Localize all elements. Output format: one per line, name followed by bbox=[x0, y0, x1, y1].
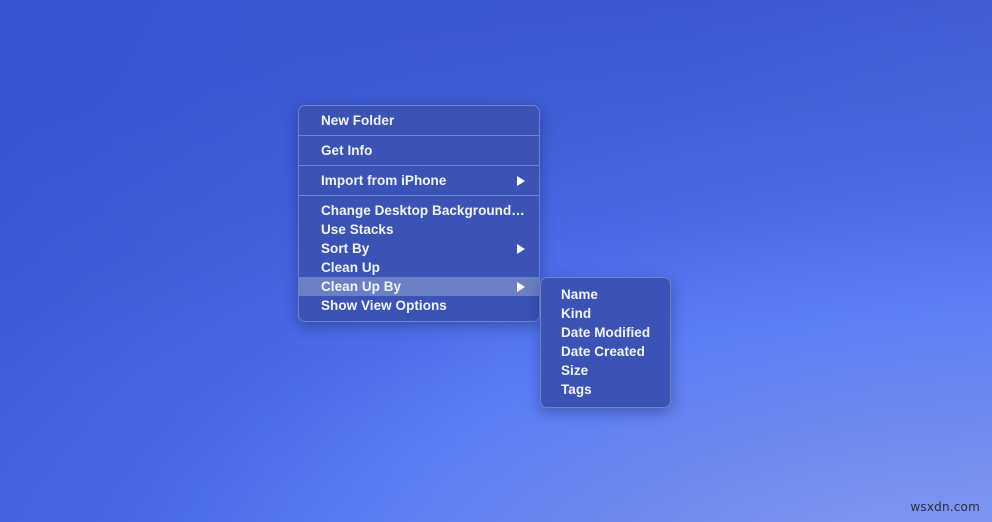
menu-item-label: Change Desktop Background… bbox=[321, 203, 525, 218]
menu-item-import-from-iphone[interactable]: Import from iPhone bbox=[299, 171, 539, 190]
menu-item-label: Date Modified bbox=[561, 325, 651, 340]
menu-group-2: Get Info bbox=[299, 136, 539, 165]
menu-item-label: Get Info bbox=[321, 143, 373, 158]
submenu-item-kind[interactable]: Kind bbox=[541, 304, 670, 323]
menu-item-label: Date Created bbox=[561, 344, 645, 359]
menu-item-label: New Folder bbox=[321, 113, 395, 128]
submenu-group: Name Kind Date Modified Date Created Size Tag… bbox=[541, 278, 670, 407]
submenu-item-date-created[interactable]: Date Created bbox=[541, 342, 670, 361]
menu-item-label: Clean Up bbox=[321, 260, 380, 275]
chevron-right-icon bbox=[517, 281, 525, 292]
menu-group-3: Import from iPhone bbox=[299, 166, 539, 195]
menu-item-label: Sort By bbox=[321, 241, 370, 256]
clean-up-by-submenu: Name Kind Date Modified Date Created Size Tag… bbox=[540, 277, 671, 408]
menu-item-label: Kind bbox=[561, 306, 592, 321]
menu-item-get-info[interactable]: Get Info bbox=[299, 141, 539, 160]
watermark-text: wsxdn.com bbox=[910, 500, 980, 514]
submenu-item-name[interactable]: Name bbox=[541, 285, 670, 304]
menu-item-sort-by[interactable]: Sort By bbox=[299, 239, 539, 258]
chevron-right-icon bbox=[517, 175, 525, 186]
menu-item-label: Clean Up By bbox=[321, 279, 402, 294]
menu-group-1: New Folder bbox=[299, 106, 539, 135]
menu-item-label: Tags bbox=[561, 382, 592, 397]
menu-item-show-view-options[interactable]: Show View Options bbox=[299, 296, 539, 315]
menu-item-change-desktop-background[interactable]: Change Desktop Background… bbox=[299, 201, 539, 220]
menu-item-label: Show View Options bbox=[321, 298, 447, 313]
menu-item-label: Import from iPhone bbox=[321, 173, 447, 188]
submenu-item-tags[interactable]: Tags bbox=[541, 380, 670, 399]
menu-item-label: Name bbox=[561, 287, 598, 302]
desktop-context-menu: New Folder Get Info Import from iPhone Chan… bbox=[298, 105, 540, 322]
submenu-item-size[interactable]: Size bbox=[541, 361, 670, 380]
submenu-item-date-modified[interactable]: Date Modified bbox=[541, 323, 670, 342]
menu-item-label: Use Stacks bbox=[321, 222, 394, 237]
menu-item-clean-up[interactable]: Clean Up bbox=[299, 258, 539, 277]
menu-item-label: Size bbox=[561, 363, 589, 378]
menu-item-new-folder[interactable]: New Folder bbox=[299, 111, 539, 130]
menu-item-clean-up-by[interactable]: Clean Up By bbox=[299, 277, 539, 296]
menu-group-4: Change Desktop Background… Use Stacks Sort… bbox=[299, 196, 539, 321]
chevron-right-icon bbox=[517, 243, 525, 254]
menu-item-use-stacks[interactable]: Use Stacks bbox=[299, 220, 539, 239]
